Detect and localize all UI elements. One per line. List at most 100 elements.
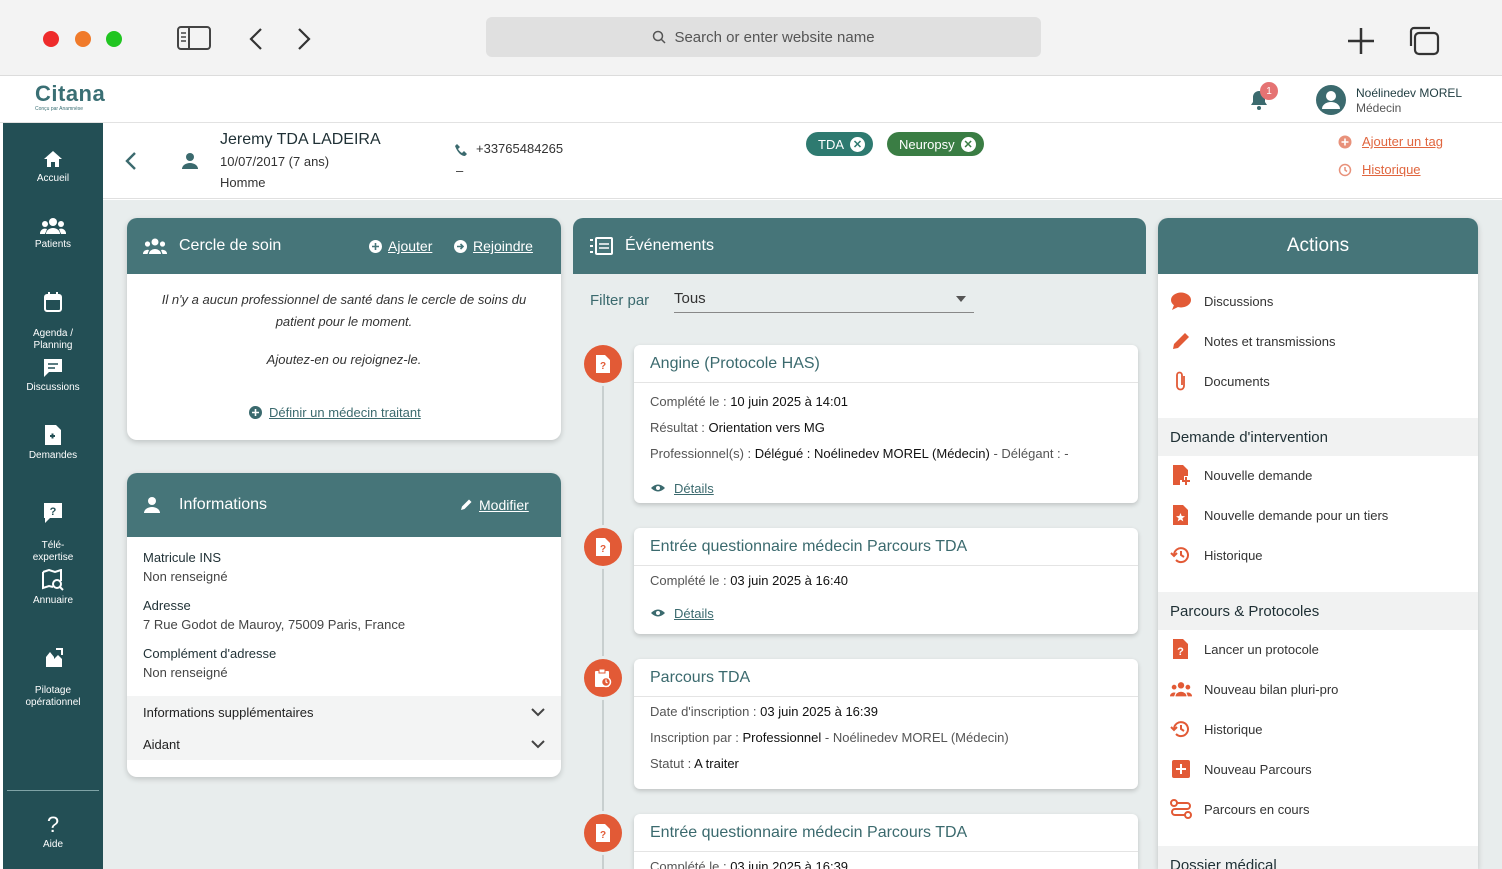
action-discussions[interactable]: Discussions bbox=[1170, 290, 1273, 312]
action-nouvelle-demande[interactable]: Nouvelle demande bbox=[1170, 464, 1312, 486]
action-label: Parcours en cours bbox=[1204, 801, 1310, 817]
logo-text: Citana bbox=[35, 81, 106, 106]
patient-phone[interactable]: +33765484265 bbox=[476, 141, 563, 156]
dropdown-arrow-icon bbox=[956, 296, 966, 302]
event-key: Inscription par : bbox=[650, 730, 743, 745]
sidebar-label-demandes: Demandes bbox=[28, 450, 78, 461]
window-close-button[interactable] bbox=[43, 31, 59, 47]
back-nav-icon[interactable] bbox=[248, 27, 264, 51]
informations-card: Informations Modifier Matricule INS Non … bbox=[127, 473, 561, 777]
add-tag-link[interactable]: Ajouter un tag bbox=[1338, 134, 1443, 149]
action-notes[interactable]: Notes et transmissions bbox=[1170, 330, 1336, 352]
action-label: Nouveau bilan pluri-pro bbox=[1204, 681, 1339, 697]
event-key: Complété le : bbox=[650, 573, 731, 588]
user-role: Médecin bbox=[1356, 101, 1402, 115]
svg-text:?: ? bbox=[1177, 646, 1184, 658]
define-doctor-link[interactable]: Définir un médecin traitant bbox=[249, 405, 421, 420]
action-label: Historique bbox=[1204, 721, 1263, 737]
sidebar-toggle-icon[interactable] bbox=[177, 26, 211, 50]
info-field-adresse: Adresse 7 Rue Godot de Mauroy, 75009 Par… bbox=[143, 598, 405, 632]
event-title: Entrée questionnaire médecin Parcours TD… bbox=[634, 814, 1138, 852]
cercle-join-link[interactable]: Rejoindre bbox=[454, 238, 533, 254]
svg-text:?: ? bbox=[47, 813, 59, 835]
pencil-icon bbox=[1170, 330, 1192, 352]
action-bilan-pluripro[interactable]: Nouveau bilan pluri-pro bbox=[1170, 678, 1338, 700]
event-doc-question-icon: ? bbox=[584, 345, 622, 383]
section-demande: Demande d'intervention bbox=[1158, 418, 1478, 456]
sidebar-label-pilotage: Pilotage opérationnel bbox=[25, 685, 81, 708]
user-name[interactable]: Noélinedev MOREL bbox=[1356, 86, 1462, 100]
sidebar-item-annuaire[interactable]: Annuaire bbox=[3, 569, 103, 607]
pencil-icon bbox=[461, 499, 472, 510]
tag-tda[interactable]: TDA ✕ bbox=[806, 132, 873, 156]
eye-icon bbox=[651, 609, 665, 617]
event-value: 10 juin 2025 à 14:01 bbox=[730, 394, 849, 409]
action-demande-tiers[interactable]: Nouvelle demande pour un tiers bbox=[1170, 504, 1388, 526]
event-title: Entrée questionnaire médecin Parcours TD… bbox=[634, 528, 1138, 566]
sidebar-item-teleexpertise[interactable]: ? Télé- expertise bbox=[3, 490, 103, 564]
event-details-label: Détails bbox=[674, 480, 714, 496]
actions-card: Actions Discussions Notes et transmissio… bbox=[1158, 218, 1478, 869]
section-parcours: Parcours & Protocoles bbox=[1158, 592, 1478, 630]
plus-circle-icon bbox=[1338, 135, 1352, 148]
event-value: 03 juin 2025 à 16:39 bbox=[730, 859, 849, 869]
filter-select[interactable]: Tous bbox=[674, 290, 974, 313]
info-label: Complément d'adresse bbox=[143, 646, 277, 661]
cercle-add-link[interactable]: Ajouter bbox=[369, 238, 432, 254]
back-arrow-icon[interactable] bbox=[125, 151, 137, 176]
action-demande-historique[interactable]: Historique bbox=[1170, 544, 1263, 566]
action-parcours-historique[interactable]: Historique bbox=[1170, 718, 1263, 740]
tag-neuropsy[interactable]: Neuropsy ✕ bbox=[887, 132, 984, 156]
sidebar-item-demandes[interactable]: Demandes bbox=[3, 424, 103, 462]
sidebar-label-discussions: Discussions bbox=[26, 382, 80, 393]
sidebar-item-accueil[interactable]: Accueil bbox=[3, 149, 103, 185]
history-icon bbox=[1338, 163, 1352, 176]
tag-remove-icon[interactable]: ✕ bbox=[960, 136, 976, 152]
window-maximize-button[interactable] bbox=[106, 31, 122, 47]
chevron-down-icon bbox=[531, 739, 545, 748]
event-key: Professionnel(s) : bbox=[650, 446, 755, 461]
doc-plus-icon bbox=[1170, 464, 1192, 486]
event-tail: - Délégant : - bbox=[989, 446, 1069, 461]
filter-label: Filter par bbox=[590, 292, 650, 309]
info-extra-expander[interactable]: Informations supplémentaires bbox=[127, 696, 561, 728]
cercle-header: Cercle de soin Ajouter Rejoindre bbox=[127, 218, 561, 274]
action-nouveau-parcours[interactable]: Nouveau Parcours bbox=[1170, 758, 1312, 780]
add-tag-label: Ajouter un tag bbox=[1362, 134, 1443, 149]
info-value: Non renseigné bbox=[143, 665, 228, 680]
event-card: Entrée questionnaire médecin Parcours TD… bbox=[634, 814, 1138, 869]
tag-remove-icon[interactable]: ✕ bbox=[850, 136, 865, 152]
tag-neuropsy-label: Neuropsy bbox=[899, 136, 955, 152]
event-card: Angine (Protocole HAS) Complété le : 10 … bbox=[634, 345, 1138, 503]
user-avatar-icon[interactable] bbox=[1315, 84, 1347, 121]
cercle-title: Cercle de soin bbox=[179, 237, 282, 254]
action-documents[interactable]: Documents bbox=[1170, 370, 1270, 392]
sidebar-item-pilotage[interactable]: Pilotage opérationnel bbox=[3, 635, 103, 709]
events-timeline bbox=[602, 365, 604, 869]
plus-square-icon bbox=[1170, 758, 1192, 780]
cercle-add-label: Ajouter bbox=[388, 238, 433, 254]
request-icon bbox=[45, 425, 61, 445]
sidebar-item-patients[interactable]: Patients bbox=[3, 217, 103, 251]
history-link[interactable]: Historique bbox=[1338, 162, 1421, 177]
action-parcours-en-cours[interactable]: Parcours en cours bbox=[1170, 798, 1310, 820]
informations-edit-link[interactable]: Modifier bbox=[459, 497, 529, 513]
info-aidant-expander[interactable]: Aidant bbox=[127, 728, 561, 760]
phone-icon bbox=[454, 143, 468, 162]
sidebar-item-discussions[interactable]: Discussions bbox=[3, 358, 103, 394]
event-details-link[interactable]: Détails bbox=[634, 475, 1138, 501]
event-value: 03 juin 2025 à 16:39 bbox=[760, 704, 878, 719]
filter-value: Tous bbox=[674, 290, 706, 307]
action-lancer-protocole[interactable]: ? Lancer un protocole bbox=[1170, 638, 1319, 660]
sidebar-item-aide[interactable]: ? Aide bbox=[3, 813, 103, 851]
sidebar-label-patients: Patients bbox=[34, 239, 72, 250]
citana-logo[interactable]: Citana Conçu par Anamnèse bbox=[35, 81, 105, 112]
window-minimize-button[interactable] bbox=[75, 31, 91, 47]
tabs-overview-icon[interactable] bbox=[1408, 26, 1440, 56]
event-details-link[interactable]: Détails bbox=[634, 600, 1138, 626]
patient-person-icon bbox=[181, 152, 199, 175]
forward-nav-icon[interactable] bbox=[296, 27, 312, 51]
new-tab-icon[interactable] bbox=[1346, 26, 1376, 56]
sidebar-item-agenda[interactable]: Agenda / Planning bbox=[3, 280, 103, 352]
address-bar[interactable]: Search or enter website name bbox=[486, 17, 1041, 57]
